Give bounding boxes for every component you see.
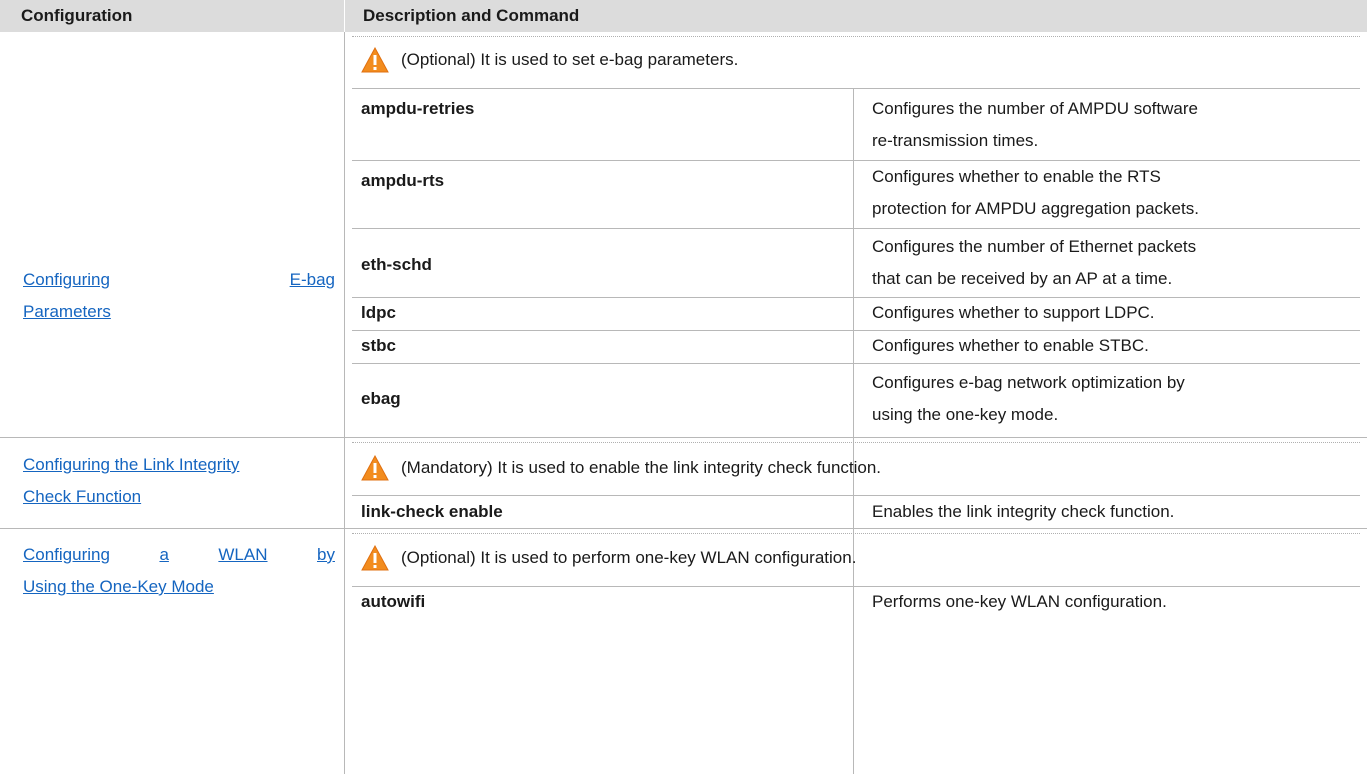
command-ampdu-retries: ampdu-retries — [361, 99, 475, 118]
warning-triangle-icon — [361, 545, 389, 571]
command-ampdu-rts: ampdu-rts — [361, 171, 445, 190]
row-divider — [352, 363, 1360, 364]
inner-column-divider — [853, 495, 854, 528]
table-header: Configuration Description and Command — [0, 0, 1367, 32]
warning-triangle-icon — [361, 47, 389, 73]
link-line[interactable]: Configuring the Link Integrity — [23, 449, 335, 481]
section-top-dotted — [352, 36, 1360, 37]
description-line: protection for AMPDU aggregation packets… — [872, 199, 1199, 218]
description-line: Configures whether to enable the RTS — [872, 167, 1161, 186]
link-configuring-link-integrity-check[interactable]: Configuring the Link Integrity Check Fun… — [23, 449, 335, 513]
description-line: Configures whether to enable STBC. — [872, 336, 1149, 355]
command-link-check-enable: link-check enable — [361, 502, 503, 521]
row-divider — [352, 228, 1360, 229]
command-ebag: ebag — [361, 389, 401, 408]
header-separator — [344, 0, 345, 32]
link-word[interactable]: by — [317, 539, 335, 571]
inner-column-divider — [853, 586, 854, 774]
link-configuring-wlan-one-key[interactable]: Configuring a WLAN by Using the One-Key … — [23, 539, 335, 603]
description-line: Configures e-bag network optimization by — [872, 373, 1185, 392]
description-line: re-transmission times. — [872, 131, 1039, 150]
link-word[interactable]: WLAN — [218, 539, 267, 571]
description-line: Performs one-key WLAN configuration. — [872, 592, 1167, 611]
section-divider — [0, 528, 1367, 529]
description-line: that can be received by an AP at a time. — [872, 269, 1173, 288]
notice-row: (Optional) It is used to set e-bag param… — [361, 44, 738, 76]
description-line: using the one-key mode. — [872, 405, 1059, 424]
command-eth-schd: eth-schd — [361, 255, 432, 274]
notice-text: (Optional) It is used to perform one-key… — [401, 548, 857, 567]
link-configuring-ebag-parameters[interactable]: Configuring E-bag Parameters — [23, 264, 335, 328]
link-word[interactable]: Configuring — [23, 264, 110, 296]
section-top-dotted — [352, 442, 1360, 443]
link-line[interactable]: Parameters — [23, 296, 335, 328]
notice-row: (Mandatory) It is used to enable the lin… — [361, 452, 881, 484]
column-divider — [344, 32, 345, 774]
notice-text: (Optional) It is used to set e-bag param… — [401, 50, 739, 69]
notice-row: (Optional) It is used to perform one-key… — [361, 542, 856, 574]
description-line: Configures the number of Ethernet packet… — [872, 237, 1197, 256]
header-description: Description and Command — [363, 6, 580, 25]
section-divider — [0, 437, 1367, 438]
link-line[interactable]: Using the One-Key Mode — [23, 571, 335, 603]
link-word[interactable]: a — [159, 539, 168, 571]
link-word[interactable]: Configuring — [23, 539, 110, 571]
description-line: Configures the number of AMPDU software — [872, 99, 1198, 118]
description-line: Configures whether to support LDPC. — [872, 303, 1155, 322]
link-word[interactable]: E-bag — [290, 264, 335, 296]
notice-text: (Mandatory) It is used to enable the lin… — [401, 458, 882, 477]
warning-triangle-icon — [361, 455, 389, 481]
description-line: Enables the link integrity check functio… — [872, 502, 1175, 521]
header-configuration: Configuration — [21, 6, 133, 25]
command-autowifi: autowifi — [361, 592, 426, 611]
command-stbc: stbc — [361, 336, 396, 355]
link-line[interactable]: Check Function — [23, 481, 335, 513]
command-ldpc: ldpc — [361, 303, 396, 322]
row-divider — [352, 88, 1360, 89]
section-top-dotted — [352, 533, 1360, 534]
